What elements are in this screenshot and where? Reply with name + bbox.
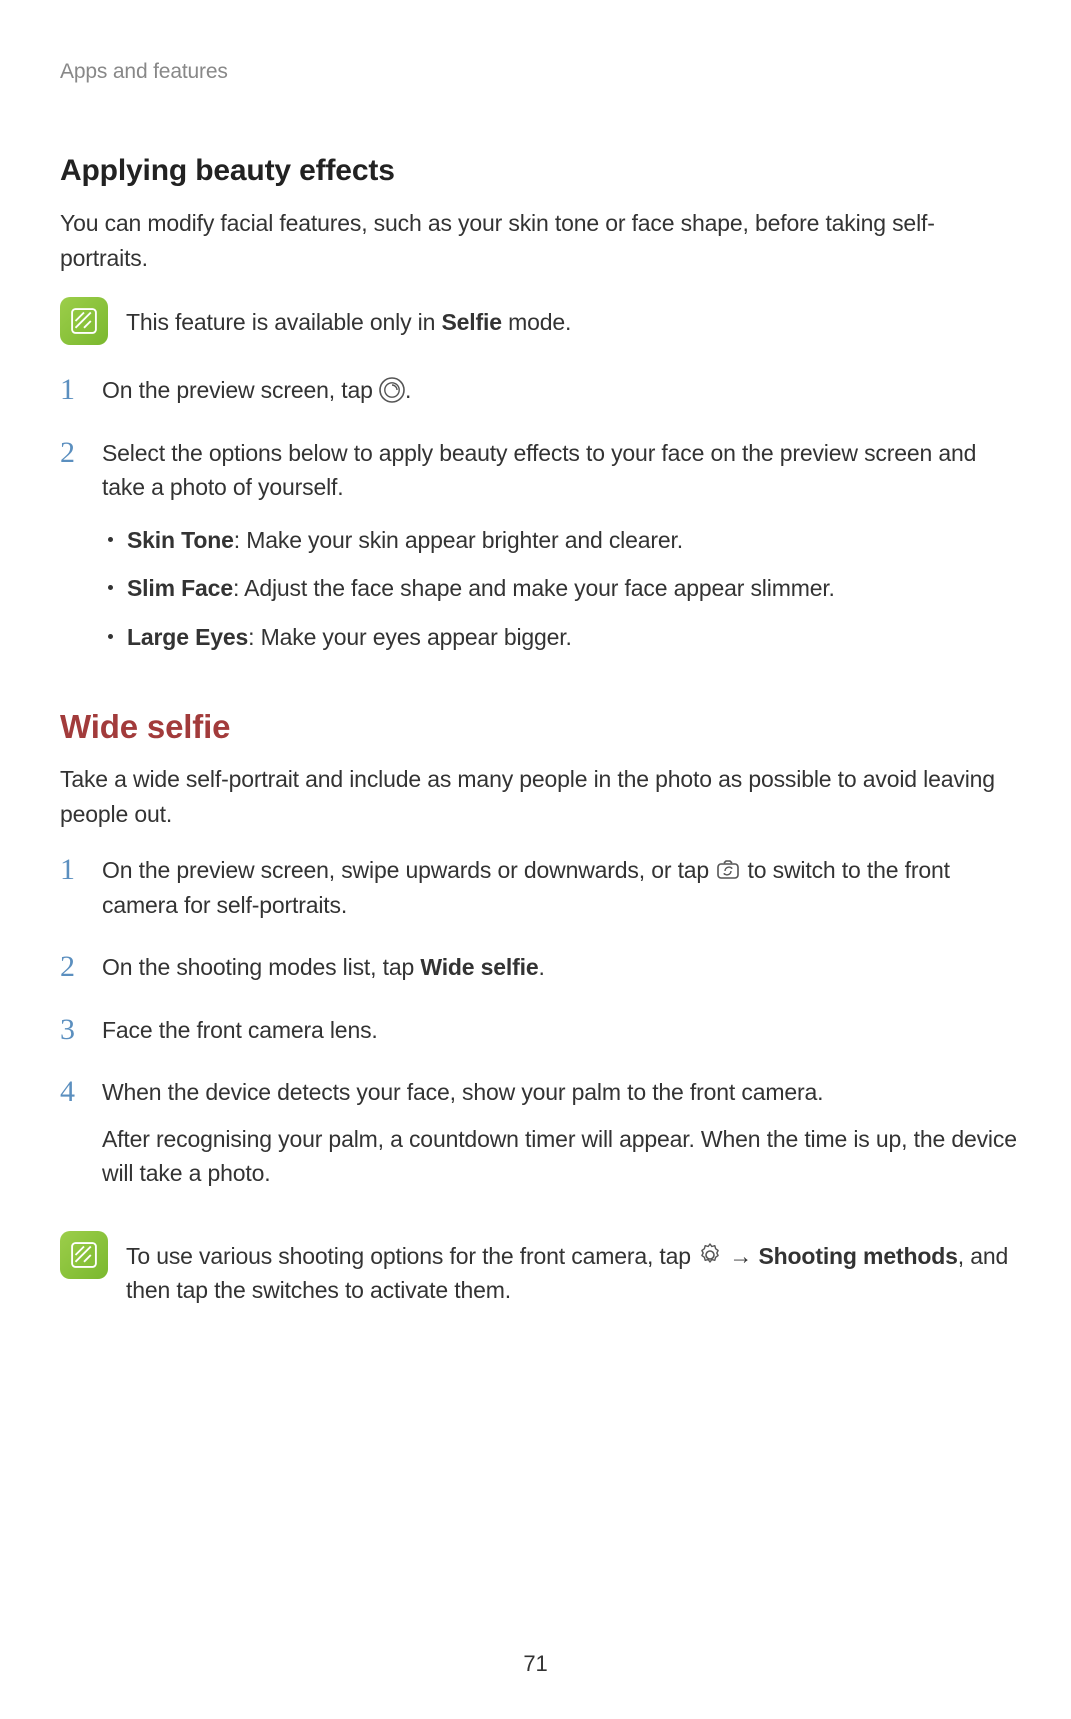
- step-text-post: .: [539, 954, 545, 980]
- note-text: To use various shooting options for the …: [126, 1231, 1021, 1308]
- note-text-post: mode.: [502, 309, 571, 335]
- step-number: 1: [60, 373, 86, 408]
- note-text-pre: This feature is available only in: [126, 309, 441, 335]
- bullet-rest: : Adjust the face shape and make your fa…: [233, 575, 835, 601]
- step-text-post: .: [405, 377, 411, 403]
- bullet-rest: : Make your eyes appear bigger.: [248, 624, 572, 650]
- note-text-pre: To use various shooting options for the …: [126, 1243, 697, 1269]
- step-content: When the device detects your face, show …: [102, 1075, 1021, 1203]
- step-text-bold: Wide selfie: [420, 954, 538, 980]
- note-icon: [60, 1231, 108, 1279]
- bullet-content: Slim Face: Adjust the face shape and mak…: [127, 571, 835, 606]
- step-number: 1: [60, 853, 86, 888]
- note-text-bold: Shooting methods: [758, 1243, 957, 1269]
- step-text-pre: On the preview screen, swipe upwards or …: [102, 857, 715, 883]
- step-text-pre: On the shooting modes list, tap: [102, 954, 420, 980]
- step-number: 2: [60, 950, 86, 985]
- beauty-effects-icon: [379, 377, 405, 403]
- step-number: 4: [60, 1075, 86, 1110]
- step-item-3: 3 Face the front camera lens.: [60, 1013, 1021, 1048]
- note-block-selfie: This feature is available only in Selfie…: [60, 297, 1021, 345]
- step-item-1: 1 On the preview screen, swipe upwards o…: [60, 853, 1021, 922]
- step-content: Face the front camera lens.: [102, 1013, 1021, 1048]
- step-text: Select the options below to apply beauty…: [102, 436, 1021, 505]
- bullet-content: Large Eyes: Make your eyes appear bigger…: [127, 620, 572, 655]
- bullet-rest: : Make your skin appear brighter and cle…: [234, 527, 683, 553]
- step-content: On the preview screen, tap .: [102, 373, 1021, 408]
- arrow: →: [723, 1243, 758, 1269]
- bullet-marker: [108, 634, 113, 639]
- page-header: Apps and features: [60, 60, 1021, 84]
- page-number: 71: [523, 1651, 547, 1677]
- bullet-bold: Large Eyes: [127, 624, 248, 650]
- step-content: Select the options below to apply beauty…: [102, 436, 1021, 669]
- step-item-1: 1 On the preview screen, tap .: [60, 373, 1021, 408]
- step-number: 3: [60, 1013, 86, 1048]
- step-number: 2: [60, 436, 86, 471]
- bullet-item: Large Eyes: Make your eyes appear bigger…: [102, 620, 1021, 655]
- step-text-pre: On the preview screen, tap: [102, 377, 379, 403]
- bullet-content: Skin Tone: Make your skin appear brighte…: [127, 523, 683, 558]
- step-text-b: After recognising your palm, a countdown…: [102, 1122, 1021, 1191]
- step-list-1: 1 On the preview screen, tap . 2 Select …: [60, 373, 1021, 668]
- bullet-bold: Slim Face: [127, 575, 233, 601]
- bullet-list: Skin Tone: Make your skin appear brighte…: [102, 523, 1021, 655]
- step-item-4: 4 When the device detects your face, sho…: [60, 1075, 1021, 1203]
- section2-intro: Take a wide self-portrait and include as…: [60, 762, 1021, 831]
- step-text-a: When the device detects your face, show …: [102, 1075, 1021, 1110]
- step-item-2: 2 On the shooting modes list, tap Wide s…: [60, 950, 1021, 985]
- switch-camera-icon: [715, 857, 741, 883]
- note-block-shooting: To use various shooting options for the …: [60, 1231, 1021, 1308]
- settings-icon: [697, 1242, 723, 1268]
- bullet-item: Skin Tone: Make your skin appear brighte…: [102, 523, 1021, 558]
- note-text-bold: Selfie: [441, 309, 501, 335]
- step-list-2: 1 On the preview screen, swipe upwards o…: [60, 853, 1021, 1203]
- bullet-marker: [108, 585, 113, 590]
- section1-intro: You can modify facial features, such as …: [60, 206, 1021, 275]
- step-content: On the preview screen, swipe upwards or …: [102, 853, 1021, 922]
- step-content: On the shooting modes list, tap Wide sel…: [102, 950, 1021, 985]
- note-icon: [60, 297, 108, 345]
- section-title-wide-selfie: Wide selfie: [60, 708, 1021, 746]
- note-text: This feature is available only in Selfie…: [126, 297, 571, 340]
- section-title-beauty: Applying beauty effects: [60, 154, 1021, 188]
- bullet-marker: [108, 537, 113, 542]
- step-item-2: 2 Select the options below to apply beau…: [60, 436, 1021, 669]
- bullet-item: Slim Face: Adjust the face shape and mak…: [102, 571, 1021, 606]
- bullet-bold: Skin Tone: [127, 527, 234, 553]
